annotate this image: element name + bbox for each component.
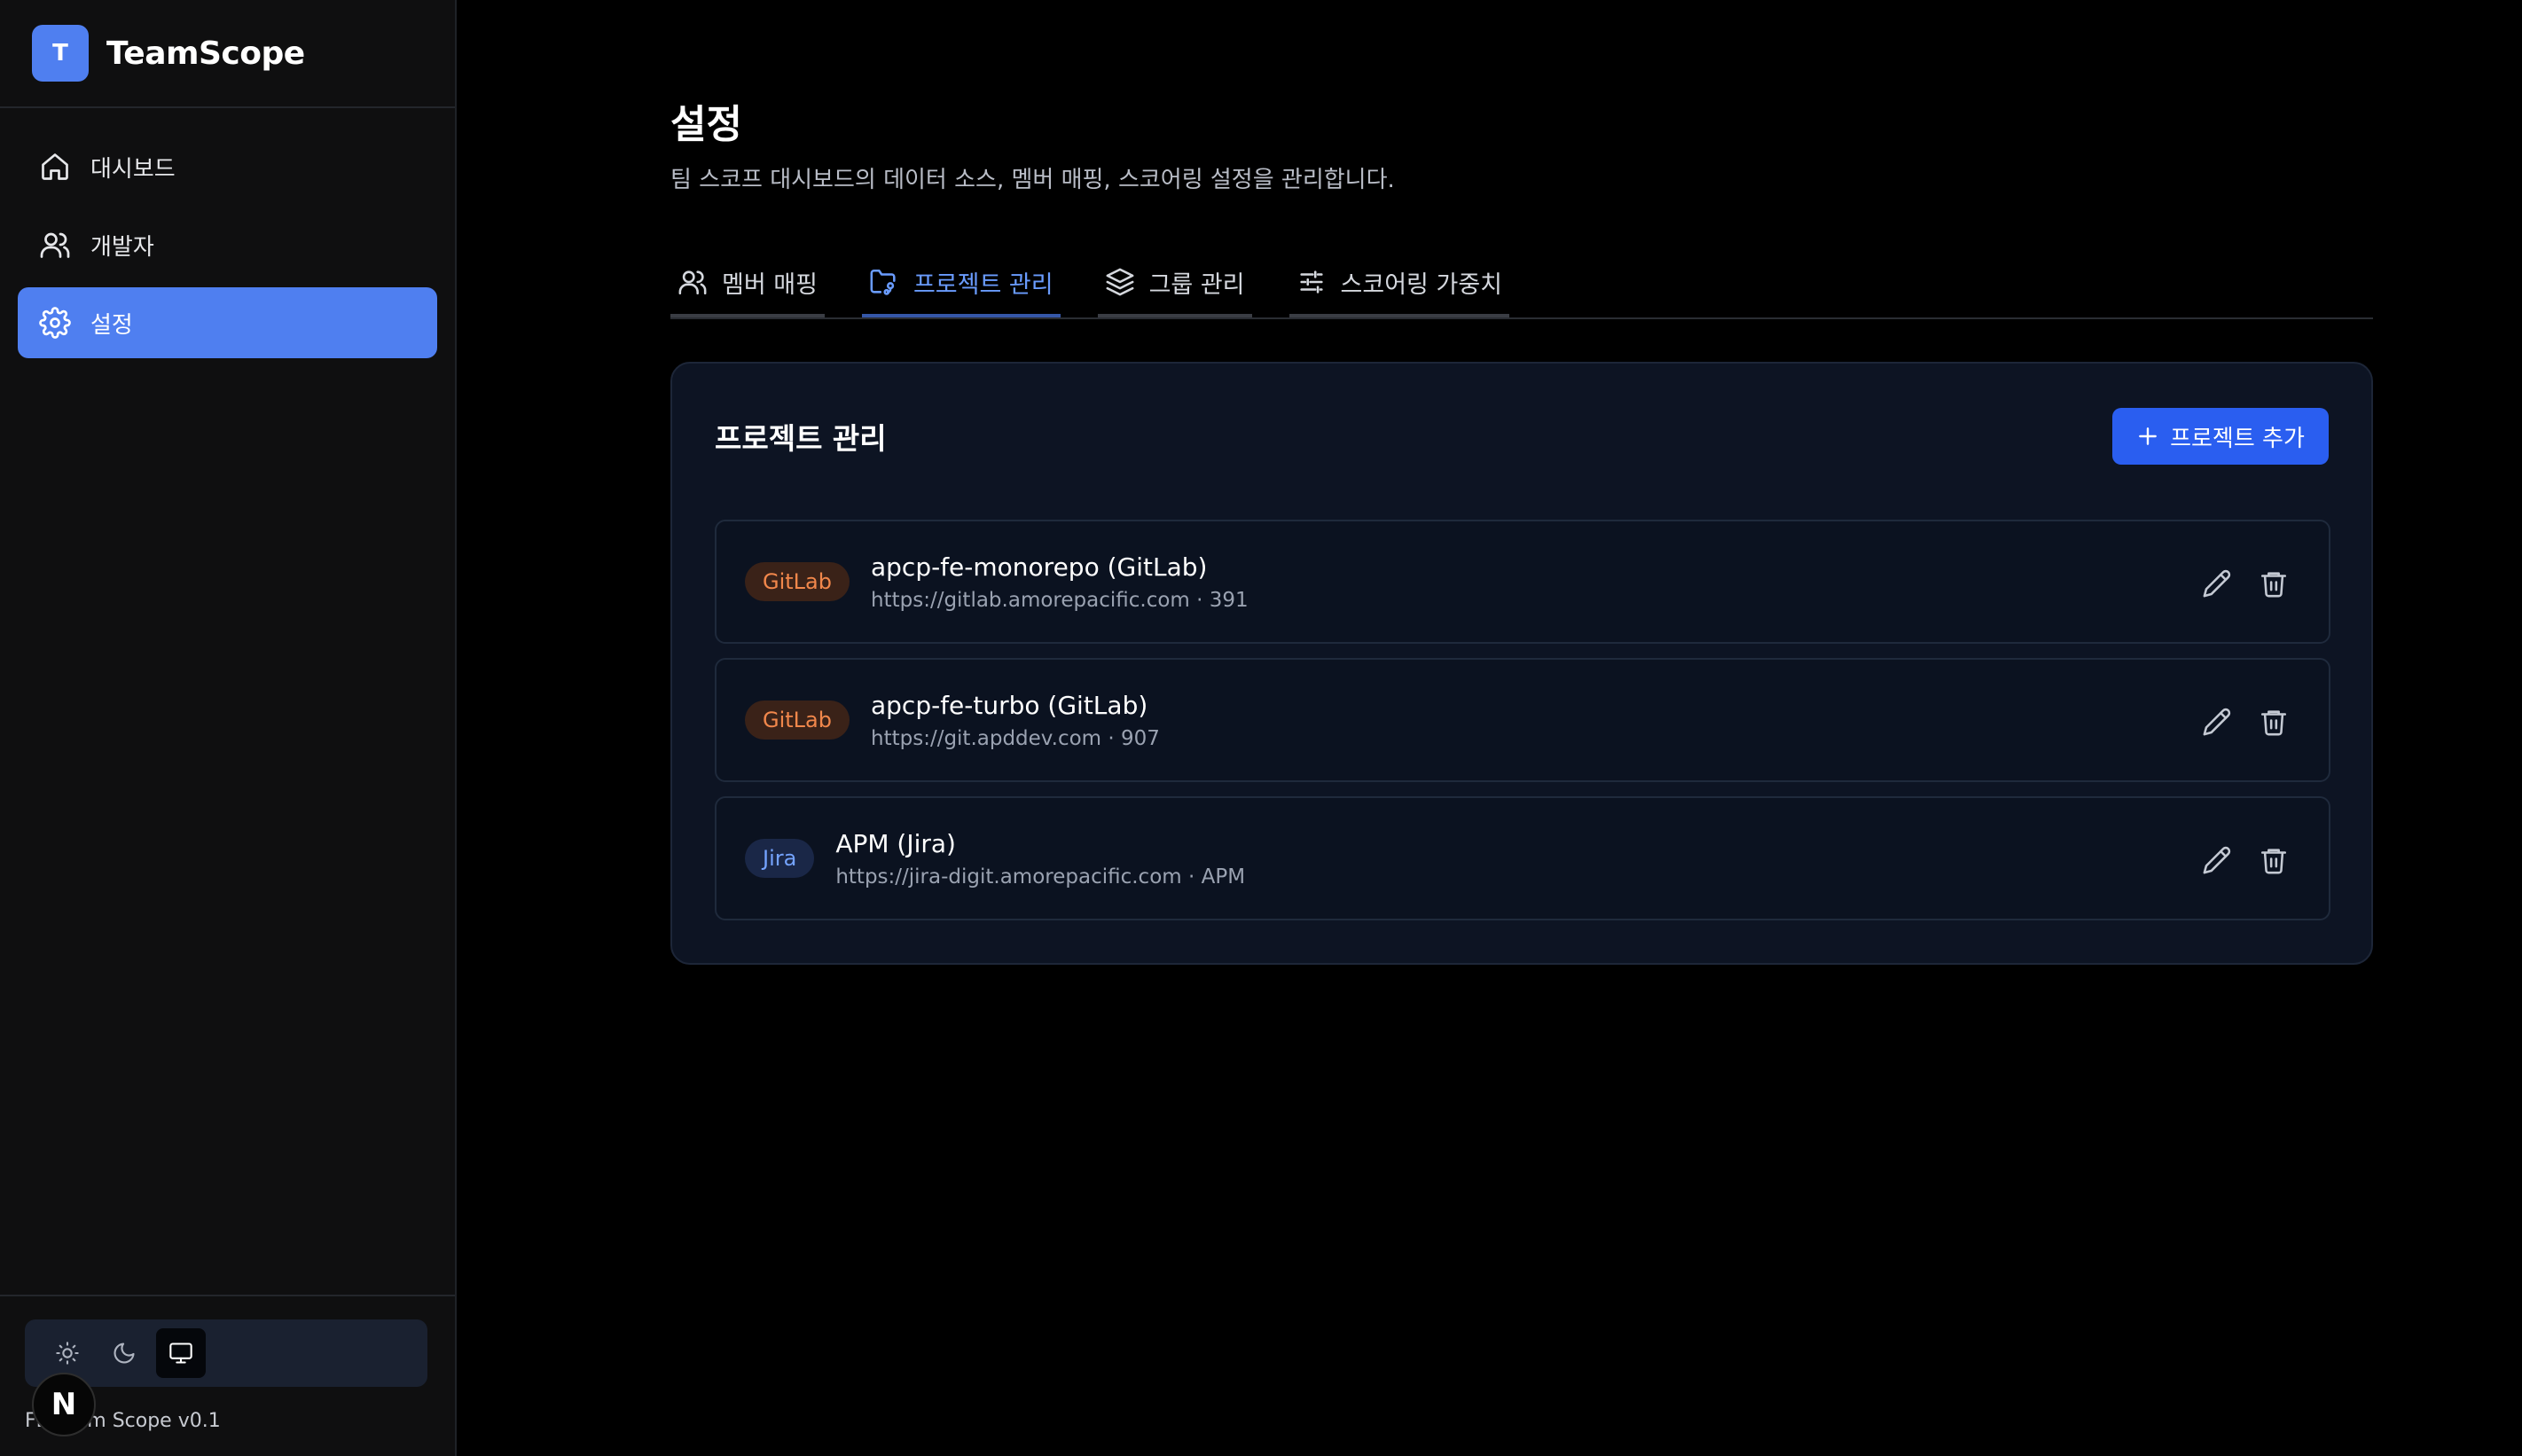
sun-icon	[56, 1342, 79, 1365]
project-management-card: 프로젝트 관리 프로젝트 추가 GitLab apcp-fe-monorepo …	[670, 362, 2373, 965]
page-title: 설정	[670, 102, 742, 147]
row-actions	[2180, 841, 2293, 880]
theme-dark-button[interactable]	[99, 1328, 149, 1378]
edit-button[interactable]	[2197, 702, 2236, 741]
trash-icon	[2260, 710, 2287, 736]
sliders-icon	[1299, 270, 1323, 294]
theme-light-button[interactable]	[43, 1328, 92, 1378]
add-project-label: 프로젝트 추가	[2170, 425, 2305, 452]
page-subtitle: 팀 스코프 대시보드의 데이터 소스, 멤버 매핑, 스코어링 설정을 관리합니…	[670, 167, 1395, 193]
sidebar-item-settings[interactable]: 설정	[18, 287, 437, 358]
sidebar-item-label: 개발자	[90, 233, 154, 261]
pencil-icon	[2203, 846, 2231, 874]
project-name: APM (Jira)	[835, 828, 956, 858]
tab-label: 멤버 매핑	[722, 270, 818, 299]
gear-icon	[39, 307, 71, 339]
project-info: APM (Jira) https://jira-digit.amorepacif…	[835, 829, 1245, 888]
sidebar-nav: 대시보드 개발자 설정	[0, 108, 455, 388]
users-icon	[678, 270, 707, 295]
theme-system-button[interactable]	[156, 1328, 206, 1378]
tab-member-mapping[interactable]: 멤버 매핑	[670, 250, 825, 317]
monitor-icon	[169, 1342, 192, 1364]
project-row: Jira APM (Jira) https://jira-digit.amore…	[715, 796, 2330, 920]
project-list: GitLab apcp-fe-monorepo (GitLab) https:/…	[715, 520, 2330, 935]
tab-label: 프로젝트 관리	[912, 270, 1053, 299]
trash-icon	[2260, 572, 2287, 598]
row-actions	[2180, 702, 2293, 741]
source-badge: GitLab	[745, 701, 850, 740]
project-name: apcp-fe-monorepo (GitLab)	[871, 552, 1208, 582]
delete-button[interactable]	[2254, 841, 2293, 880]
pencil-icon	[2203, 708, 2231, 736]
edit-button[interactable]	[2197, 841, 2236, 880]
sidebar-item-developers[interactable]: 개발자	[18, 209, 437, 280]
nextjs-dev-badge[interactable]: N	[32, 1373, 96, 1436]
row-actions	[2180, 564, 2293, 603]
sidebar-item-label: 설정	[90, 311, 133, 339]
source-badge: GitLab	[745, 562, 850, 601]
theme-switcher	[25, 1319, 427, 1387]
delete-button[interactable]	[2254, 702, 2293, 741]
project-name: apcp-fe-turbo (GitLab)	[871, 690, 1148, 720]
project-meta: https://git.apddev.com · 907	[871, 726, 1160, 750]
project-meta: https://jira-digit.amorepacific.com · AP…	[835, 865, 1246, 888]
settings-tabs: 멤버 매핑 프로젝트 관리 그룹 관리 스코어링 가중치	[670, 250, 2373, 319]
project-info: apcp-fe-monorepo (GitLab) https://gitlab…	[871, 552, 1249, 612]
tab-project-management[interactable]: 프로젝트 관리	[861, 250, 1061, 317]
brand-logo: T	[32, 25, 89, 82]
card-title: 프로젝트 관리	[715, 421, 887, 456]
sidebar-footer: FE Team Scope v0.1 N	[0, 1295, 455, 1456]
project-meta: https://gitlab.amorepacific.com · 391	[871, 588, 1249, 612]
brand-name: TeamScope	[106, 35, 305, 72]
source-badge: Jira	[745, 839, 815, 878]
layers-icon	[1106, 268, 1134, 296]
delete-button[interactable]	[2254, 564, 2293, 603]
moon-icon	[114, 1342, 135, 1364]
sidebar: T TeamScope 대시보드 개발자 설정 FE Team Scope v0…	[0, 0, 457, 1456]
sidebar-item-label: 대시보드	[90, 155, 176, 183]
tab-label: 스코어링 가중치	[1340, 270, 1502, 299]
plus-icon	[2139, 427, 2157, 445]
tab-group-management[interactable]: 그룹 관리	[1097, 250, 1252, 317]
tab-label: 그룹 관리	[1148, 270, 1245, 299]
project-info: apcp-fe-turbo (GitLab) https://git.apdde…	[871, 691, 1160, 750]
tab-scoring-weights[interactable]: 스코어링 가중치	[1288, 250, 1509, 317]
project-row: GitLab apcp-fe-turbo (GitLab) https://gi…	[715, 658, 2330, 782]
project-row: GitLab apcp-fe-monorepo (GitLab) https:/…	[715, 520, 2330, 644]
app-root: T TeamScope 대시보드 개발자 설정 FE Team Scope v0…	[0, 0, 2522, 1456]
trash-icon	[2260, 849, 2287, 874]
edit-button[interactable]	[2197, 564, 2236, 603]
folder-git-icon	[870, 269, 896, 295]
users-icon	[40, 232, 70, 258]
pencil-icon	[2203, 569, 2231, 598]
brand[interactable]: T TeamScope	[0, 0, 455, 108]
sidebar-item-dashboard[interactable]: 대시보드	[18, 131, 437, 202]
home-icon	[42, 153, 68, 180]
add-project-button[interactable]: 프로젝트 추가	[2112, 408, 2329, 465]
